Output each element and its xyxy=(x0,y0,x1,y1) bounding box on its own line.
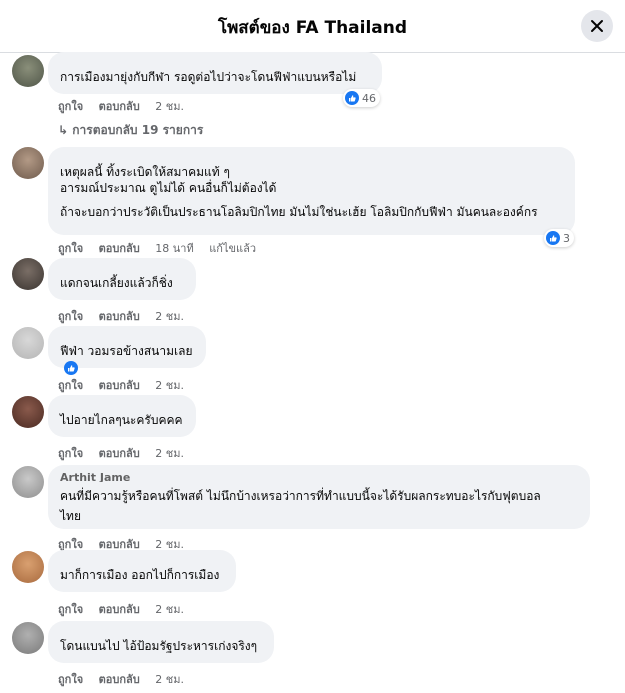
commenter-name[interactable] xyxy=(60,58,370,69)
commenter-name[interactable] xyxy=(60,153,563,164)
comment-actions: ถูกใจ ตอบกลับ 2 ชม. xyxy=(58,670,196,688)
view-replies-label: การตอบกลับ 19 รายการ xyxy=(72,123,204,137)
edited-label: แก้ไขแล้ว xyxy=(209,242,257,255)
comment-text: เหตุผลนี้ ทิ้งระเบิดให้สมาคมแท้ ๆ xyxy=(60,165,230,179)
close-icon xyxy=(591,20,603,32)
comment-bubble: เหตุผลนี้ ทิ้งระเบิดให้สมาคมแท้ ๆ อารมณ์… xyxy=(48,147,575,235)
comment-bubble: Arthit Jame คนที่มีความรู้หรือคนที่โพสต์… xyxy=(48,465,590,529)
reaction-count-text: 46 xyxy=(362,91,376,105)
like-button[interactable]: ถูกใจ xyxy=(58,310,83,323)
like-reaction-icon xyxy=(546,231,560,245)
comment-text-value: ฟีฟ่า วอมรอข้างสนามเลย xyxy=(60,344,193,358)
like-reaction-icon[interactable] xyxy=(64,360,78,375)
commenter-name[interactable]: Arthit Jame xyxy=(60,471,578,482)
comment-time[interactable]: 2 ชม. xyxy=(155,673,184,686)
comment-text: มาก็การเมือง ออกไปก็การเมือง xyxy=(60,568,220,582)
reply-button[interactable]: ตอบกลับ xyxy=(99,603,140,616)
comment-text: ไทย xyxy=(60,509,81,523)
comment-bubble: ไปอายไกลๆนะครับคคค xyxy=(48,395,196,437)
comment-actions: ถูกใจ ตอบกลับ 2 ชม. xyxy=(58,444,196,462)
like-button[interactable]: ถูกใจ xyxy=(58,379,83,392)
comment-time[interactable]: 2 ชม. xyxy=(155,447,184,460)
comment-actions: ถูกใจ ตอบกลับ 2 ชม. xyxy=(58,307,196,325)
comment-bubble: มาก็การเมือง ออกไปก็การเมือง xyxy=(48,550,236,592)
comment-actions: ถูกใจ ตอบกลับ 2 ชม. xyxy=(58,600,196,618)
comment-text: อารมณ์ประมาณ ตูไม่ได้ คนอื่นก็ไม่ต้องได้ xyxy=(60,181,277,195)
comment-actions: ถูกใจ ตอบกลับ 2 ชม. xyxy=(58,97,196,115)
avatar[interactable] xyxy=(12,258,44,290)
commenter-name[interactable] xyxy=(60,401,184,412)
comment-bubble: ฟีฟ่า วอมรอข้างสนามเลย xyxy=(48,326,206,375)
avatar[interactable] xyxy=(12,327,44,359)
comment-actions: ถูกใจ ตอบกลับ 2 ชม. xyxy=(58,376,196,394)
comment-time[interactable]: 2 ชม. xyxy=(155,603,184,616)
avatar[interactable] xyxy=(12,551,44,583)
avatar[interactable] xyxy=(12,147,44,179)
close-button[interactable] xyxy=(581,10,613,42)
reply-arrow-icon: ↳ xyxy=(58,123,69,137)
like-button[interactable]: ถูกใจ xyxy=(58,673,83,686)
comment-text: โดนแบนไป ไอ้ป้อมรัฐประหารเก่งจริงๆ xyxy=(60,639,258,653)
comment-bubble: การเมืองมายุ่งกับกีฬา รอดูต่อไปว่าจะโดนฟ… xyxy=(48,52,382,94)
comment-text: ไปอายไกลๆนะครับคคค xyxy=(60,413,183,427)
avatar[interactable] xyxy=(12,396,44,428)
like-button[interactable]: ถูกใจ xyxy=(58,100,83,113)
avatar[interactable] xyxy=(12,466,44,498)
comment-actions: ถูกใจ ตอบกลับ 18 นาที แก้ไขแล้ว xyxy=(58,239,268,257)
commenter-name[interactable] xyxy=(60,627,262,638)
avatar[interactable] xyxy=(12,622,44,654)
dialog-header: โพสต์ของ FA Thailand xyxy=(0,0,625,53)
reply-button[interactable]: ตอบกลับ xyxy=(99,242,140,255)
like-button[interactable]: ถูกใจ xyxy=(58,242,83,255)
reply-button[interactable]: ตอบกลับ xyxy=(99,379,140,392)
reply-button[interactable]: ตอบกลับ xyxy=(99,310,140,323)
commenter-name[interactable] xyxy=(60,332,194,343)
like-reaction-icon xyxy=(345,91,359,105)
reaction-count[interactable]: 46 xyxy=(343,89,380,107)
reply-button[interactable]: ตอบกลับ xyxy=(99,100,140,113)
comment-text: ถ้าจะบอกว่าประวัติเป็นประธานโอลิมปิกไทย … xyxy=(60,205,538,219)
comment-text: คนที่มีความรู้หรือคนที่โพสต์ ไม่นึกบ้างเ… xyxy=(60,489,541,503)
comment-bubble: แดกจนเกลี้ยงแล้วก็ชิ่ง xyxy=(48,258,196,300)
comment-time[interactable]: 2 ชม. xyxy=(155,310,184,323)
comment-text: การเมืองมายุ่งกับกีฬา รอดูต่อไปว่าจะโดนฟ… xyxy=(60,70,357,84)
reaction-count-text: 3 xyxy=(563,231,570,245)
commenter-name[interactable] xyxy=(60,556,224,567)
comment-time[interactable]: 2 ชม. xyxy=(155,379,184,392)
avatar[interactable] xyxy=(12,55,44,87)
dialog-title: โพสต์ของ FA Thailand xyxy=(217,18,408,38)
reply-button[interactable]: ตอบกลับ xyxy=(99,447,140,460)
view-replies-link[interactable]: ↳ การตอบกลับ 19 รายการ xyxy=(58,121,203,140)
comment-bubble: โดนแบนไป ไอ้ป้อมรัฐประหารเก่งจริงๆ xyxy=(48,621,274,663)
like-button[interactable]: ถูกใจ xyxy=(58,603,83,616)
comment-time[interactable]: 18 นาที xyxy=(155,242,193,255)
like-button[interactable]: ถูกใจ xyxy=(58,447,83,460)
comment-text: แดกจนเกลี้ยงแล้วก็ชิ่ง xyxy=(60,276,173,290)
comment-time[interactable]: 2 ชม. xyxy=(155,100,184,113)
commenter-name[interactable] xyxy=(60,264,184,275)
comment-text: ฟีฟ่า วอมรอข้างสนามเลย xyxy=(60,343,194,375)
reaction-count[interactable]: 3 xyxy=(544,229,574,247)
reply-button[interactable]: ตอบกลับ xyxy=(99,673,140,686)
